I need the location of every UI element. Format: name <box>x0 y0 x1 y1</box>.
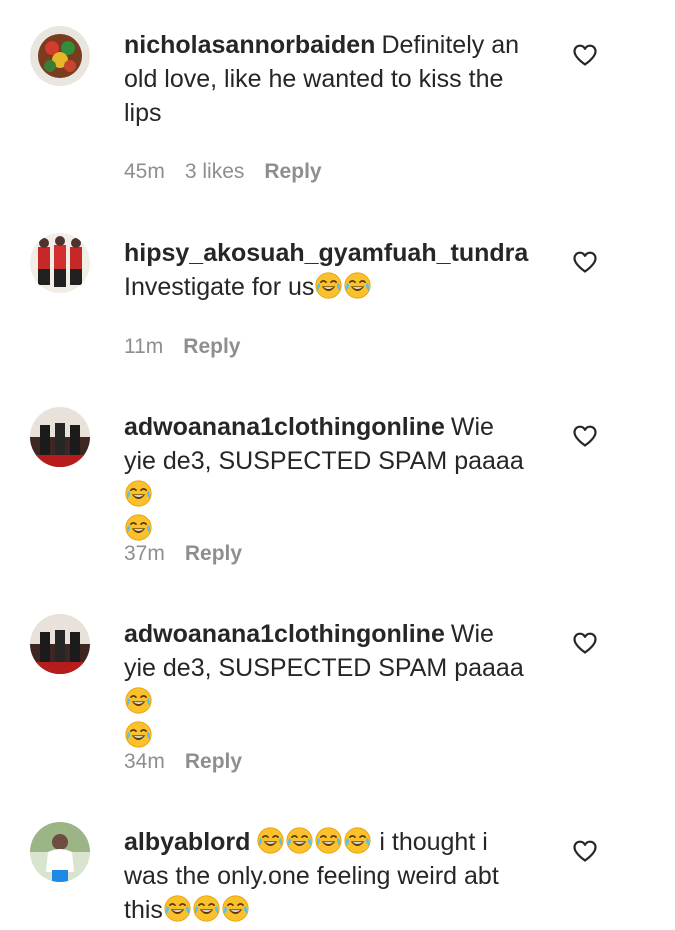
like-heart-icon[interactable] <box>572 43 598 67</box>
joy-emoji-icon <box>257 827 284 854</box>
like-heart-icon[interactable] <box>572 250 598 274</box>
joy-emoji-icon <box>193 895 220 922</box>
joy-emoji-icon <box>125 687 152 714</box>
reply-button[interactable]: Reply <box>185 750 242 773</box>
joy-emoji-icon <box>125 721 152 748</box>
avatar[interactable] <box>30 614 90 674</box>
comment-text: hipsy_akosuah_gyamfuah_tundra Investigat… <box>124 236 554 304</box>
comment-text: nicholasannorbaiden Definitely an old lov… <box>124 28 524 130</box>
like-heart-icon[interactable] <box>572 631 598 655</box>
comment-time[interactable]: 45m <box>124 160 165 183</box>
joy-emoji-icon <box>344 827 371 854</box>
comment-time[interactable]: 34m <box>124 750 165 773</box>
comment-time[interactable]: 37m <box>124 542 165 565</box>
comment-username[interactable]: albyablord <box>124 828 250 856</box>
comment-meta: 45m 3 likes Reply <box>124 159 342 185</box>
comment-text: adwoanana1clothingonline Wie yie de3, SUS… <box>124 410 524 546</box>
comment-body-end: this <box>124 896 163 924</box>
comment-username[interactable]: nicholasannorbaiden <box>124 31 375 59</box>
avatar[interactable] <box>30 233 90 293</box>
comment-time[interactable]: 11m <box>124 335 163 358</box>
avatar[interactable] <box>30 26 90 86</box>
reply-button[interactable]: Reply <box>264 160 321 183</box>
comment-text: adwoanana1clothingonline Wie yie de3, SUS… <box>124 617 524 753</box>
joy-emoji-icon <box>164 895 191 922</box>
joy-emoji-icon <box>125 514 152 541</box>
comment-meta: 37m Reply <box>124 541 262 567</box>
joy-emoji-icon <box>344 272 371 299</box>
joy-emoji-icon <box>286 827 313 854</box>
comment-meta: 11m Reply <box>124 334 260 360</box>
comment-username[interactable]: hipsy_akosuah_gyamfuah_tundra <box>124 239 528 267</box>
like-heart-icon[interactable] <box>572 424 598 448</box>
comment-username[interactable]: adwoanana1clothingonline <box>124 620 445 648</box>
joy-emoji-icon <box>125 480 152 507</box>
avatar[interactable] <box>30 407 90 467</box>
joy-emoji-icon <box>315 272 342 299</box>
like-heart-icon[interactable] <box>572 839 598 863</box>
joy-emoji-icon <box>222 895 249 922</box>
comment-meta: 34m Reply <box>124 749 262 775</box>
reply-button[interactable]: Reply <box>185 542 242 565</box>
comment-text: albyablord i thought i was the only.one … <box>124 825 524 927</box>
comment-likes[interactable]: 3 likes <box>185 160 245 183</box>
reply-button[interactable]: Reply <box>183 335 240 358</box>
avatar[interactable] <box>30 822 90 882</box>
comment-body: Investigate for us <box>124 273 315 301</box>
joy-emoji-icon <box>315 827 342 854</box>
comment-username[interactable]: adwoanana1clothingonline <box>124 413 445 441</box>
